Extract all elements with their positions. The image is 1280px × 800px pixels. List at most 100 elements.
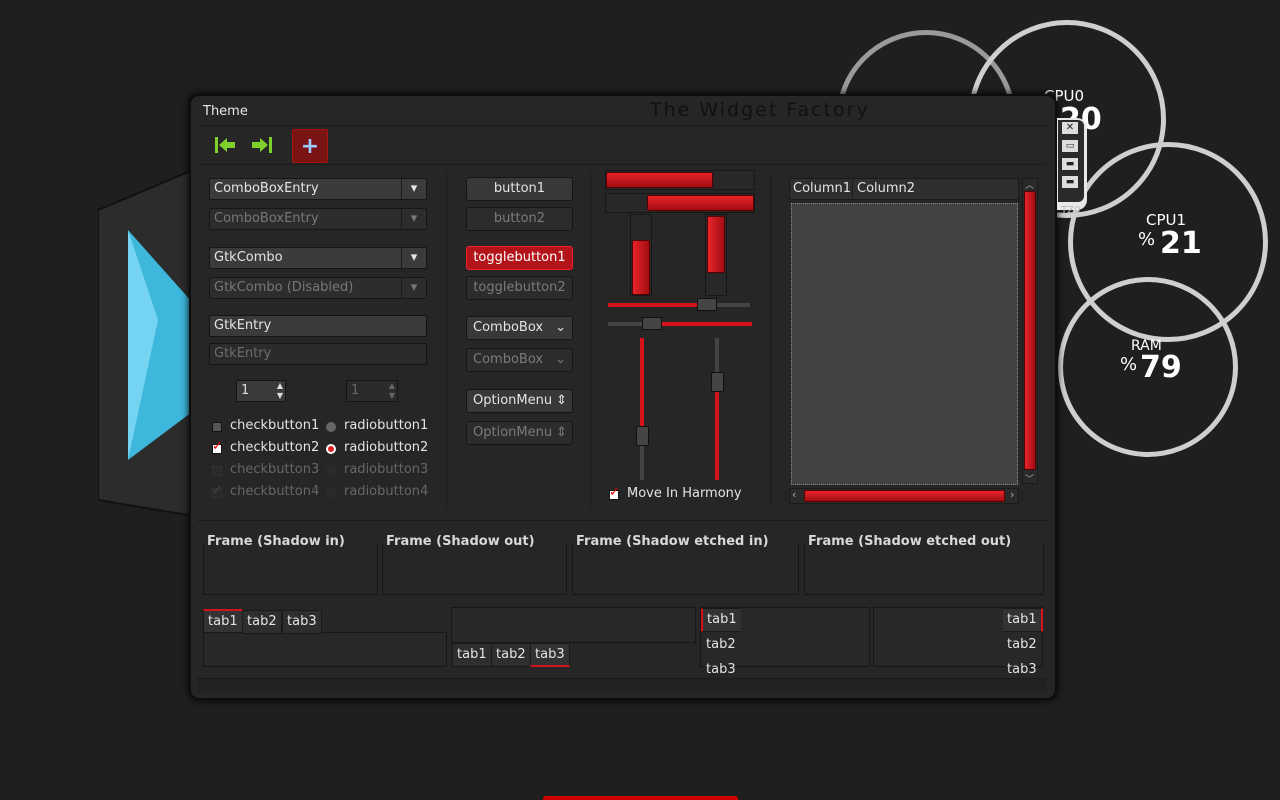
chevron-down-icon[interactable]: ﹀	[1025, 472, 1034, 485]
checkmark-icon: ✓	[609, 485, 620, 500]
ram-percent: %	[1120, 354, 1138, 375]
minimize-icon[interactable]: ▬	[1062, 158, 1078, 170]
maximize-icon[interactable]: ▭	[1062, 140, 1078, 152]
radiobutton3-label: radiobutton3	[344, 462, 429, 477]
toolbar-separator	[197, 125, 1047, 126]
checkbutton3-label: checkbutton3	[230, 462, 320, 477]
add-button[interactable]: +	[292, 129, 328, 163]
tab-right-2[interactable]: tab2	[1003, 634, 1041, 658]
button1[interactable]: button1	[466, 177, 573, 201]
gtk-combo-disabled: GtkCombo (Disabled) ▾	[209, 277, 427, 299]
optionmenu-disabled: OptionMenu ⇕	[466, 421, 573, 445]
hscale-2-slider[interactable]	[642, 317, 662, 330]
combobox-entry-disabled-text: ComboBoxEntry	[214, 211, 319, 226]
gtk-combo-disabled-text: GtkCombo (Disabled)	[214, 280, 354, 295]
checkbox-4: ✓	[212, 483, 223, 498]
tree-header-divider	[852, 180, 853, 198]
checkbox-1[interactable]	[212, 422, 222, 432]
checkmark-icon: ✓	[212, 439, 223, 454]
frame-shadow-etched-out	[804, 543, 1044, 595]
frames-separator	[197, 520, 1047, 521]
tree-body[interactable]	[791, 203, 1018, 485]
radiobutton4-label: radiobutton4	[344, 484, 429, 499]
radiobutton2-label: radiobutton2	[344, 440, 429, 455]
combobox-entry[interactable]: ComboBoxEntry ▾	[209, 178, 427, 200]
combobox-disabled-text: ComboBox	[473, 352, 544, 367]
vscale-1-slider[interactable]	[636, 426, 649, 446]
hscale-2-fill	[662, 322, 752, 326]
window-bottom-bar	[197, 678, 1047, 693]
cpu1-percent: %	[1138, 229, 1156, 250]
column-separator-3	[770, 172, 771, 508]
go-first-button[interactable]	[210, 130, 240, 160]
vscale-2-slider[interactable]	[711, 372, 724, 392]
chevron-down-icon[interactable]: ▾	[401, 248, 426, 268]
progress-v1	[632, 240, 650, 295]
optionmenu[interactable]: OptionMenu ⇕	[466, 389, 573, 413]
chevron-right-icon[interactable]: ›	[1010, 488, 1014, 501]
tab-right-3[interactable]: tab3	[1003, 659, 1041, 677]
vscale-1-fill	[640, 338, 644, 426]
tab-bottom-1[interactable]: tab1	[452, 643, 492, 667]
gtk-combo-text: GtkCombo	[214, 250, 283, 265]
close-icon[interactable]: ✕	[1062, 122, 1078, 134]
go-last-button[interactable]	[247, 130, 277, 160]
radio-3	[326, 466, 336, 476]
checkbox-2[interactable]: ✓	[212, 439, 223, 454]
spin-disabled-value: 1	[351, 383, 360, 398]
chevron-down-icon[interactable]: ▾	[401, 179, 426, 199]
tab-bottom-2[interactable]: tab2	[491, 643, 531, 667]
tab-left-1[interactable]: tab1	[701, 608, 741, 632]
panel-indicator	[543, 796, 738, 800]
radio-2[interactable]	[326, 444, 336, 454]
combobox-disabled: ComboBox ⌄	[466, 348, 573, 372]
notebook-bottom-panel	[451, 607, 696, 643]
go-first-icon	[215, 137, 235, 153]
go-last-icon	[252, 137, 272, 153]
tab-top-2[interactable]: tab2	[242, 610, 282, 634]
chevron-down-icon[interactable]: ⌄	[555, 317, 566, 339]
tab-left-2[interactable]: tab2	[702, 634, 740, 658]
spin-arrows-icon[interactable]: ▲ ▼	[277, 381, 283, 401]
gtk-entry[interactable]: GtkEntry	[209, 315, 427, 337]
spin-button[interactable]: 1 ▲ ▼	[236, 380, 286, 402]
hscale-1-slider[interactable]	[697, 298, 717, 311]
tab-top-1[interactable]: tab1	[203, 609, 243, 633]
tree-column1-header[interactable]: Column1	[793, 181, 851, 196]
notebook-top-panel	[203, 632, 447, 667]
chevron-up-icon[interactable]: ︿	[1025, 178, 1034, 191]
radio-1[interactable]	[326, 422, 336, 432]
combobox[interactable]: ComboBox ⌄	[466, 316, 573, 340]
chevron-down-icon: ▾	[401, 209, 426, 229]
progress-h2	[647, 195, 754, 211]
checkbutton1-label: checkbutton1	[230, 418, 320, 433]
togglebutton1[interactable]: togglebutton1	[466, 246, 573, 270]
column-separator	[446, 172, 447, 508]
tab-right-1[interactable]: tab1	[1003, 608, 1043, 632]
progress-h1	[606, 172, 713, 188]
combobox-entry-text: ComboBoxEntry	[214, 181, 319, 196]
tree-column2-header[interactable]: Column2	[857, 181, 915, 196]
tab-left-3[interactable]: tab3	[702, 659, 740, 677]
chevron-left-icon[interactable]: ‹	[792, 488, 796, 501]
combobox-entry-disabled: ComboBoxEntry ▾	[209, 208, 427, 230]
gtk-entry-disabled: GtkEntry	[209, 343, 427, 365]
ram-value: 79	[1140, 350, 1182, 385]
spin-arrows-icon: ▲ ▼	[388, 381, 395, 400]
window-title: Theme	[203, 104, 248, 119]
gtk-combo[interactable]: GtkCombo ▾	[209, 247, 427, 269]
updown-icon: ⇕	[556, 425, 567, 440]
updown-icon[interactable]: ⇕	[556, 390, 567, 412]
tree-vscrollbar-thumb[interactable]	[1024, 191, 1036, 470]
cpu1-value: 21	[1160, 226, 1202, 261]
tab-bottom-3[interactable]: tab3	[530, 643, 570, 667]
togglebutton2: togglebutton2	[466, 276, 573, 300]
shade-icon[interactable]: ▬	[1062, 176, 1078, 188]
radiobutton1-label: radiobutton1	[344, 418, 429, 433]
radio-4	[326, 488, 336, 498]
column-separator-2	[590, 172, 591, 508]
tree-hscrollbar-thumb[interactable]	[804, 490, 1005, 502]
tab-top-3[interactable]: tab3	[282, 610, 322, 634]
tz-label: TZ0	[1061, 205, 1081, 216]
move-in-harmony-checkbox[interactable]: ✓	[609, 485, 620, 500]
